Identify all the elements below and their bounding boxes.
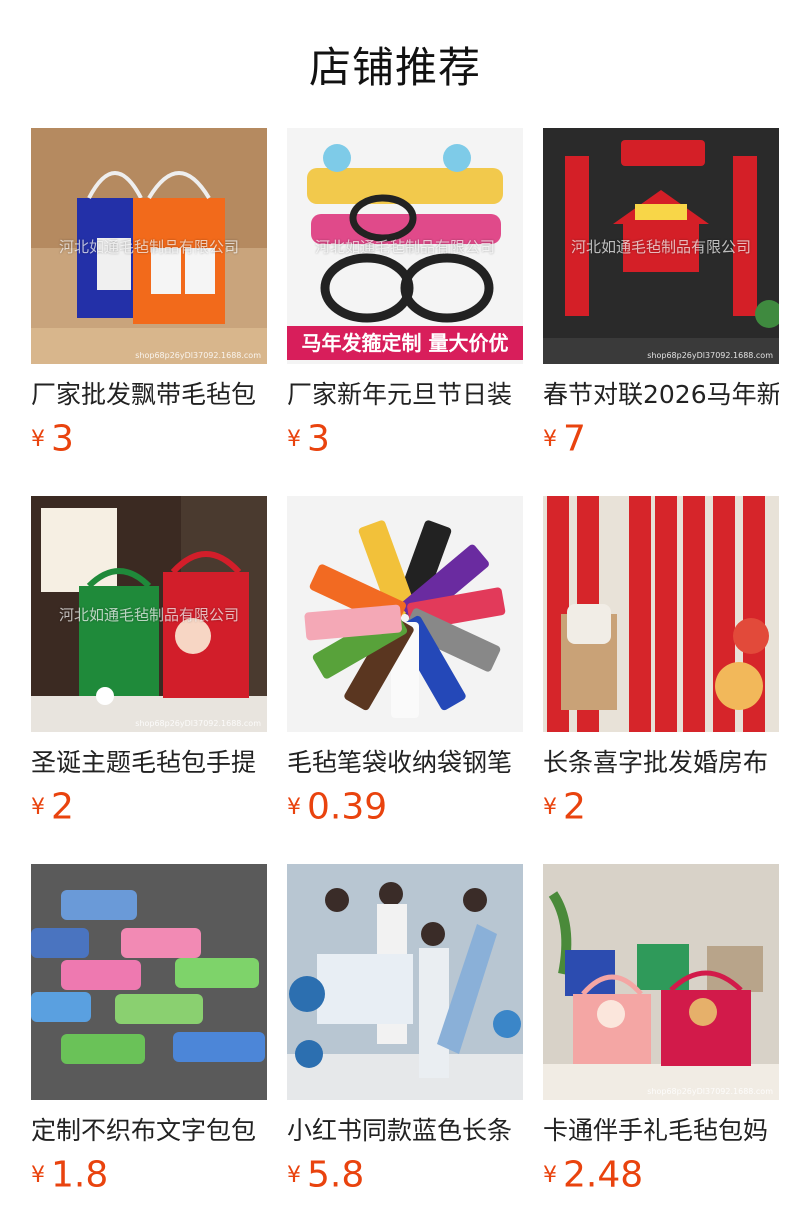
product-image-spring-couplets[interactable]: 河北如通毛毡制品有限公司 shop68p26yDl37092.1688.com: [543, 128, 779, 364]
price-value: 2.48: [563, 1154, 644, 1196]
price-value: 1.8: [51, 1154, 109, 1196]
shop-tag: shop68p26yDl37092.1688.com: [647, 351, 773, 360]
price-value: 3: [307, 418, 330, 460]
product-image-custom-text-tags[interactable]: [31, 864, 267, 1100]
product-name[interactable]: 圣诞主题毛毡包手提: [31, 746, 267, 780]
product-card[interactable]: 河北如通毛毡制品有限公司 shop68p26yDl37092.1688.com …: [31, 128, 267, 462]
currency-symbol: ¥: [543, 426, 557, 452]
product-price: ¥2: [543, 784, 779, 830]
product-card[interactable]: 河北如通毛毡制品有限公司 shop68p26yDl37092.1688.com …: [31, 496, 267, 830]
product-card[interactable]: 毛毡笔袋收纳袋钢笔 ¥0.39: [287, 496, 523, 830]
currency-symbol: ¥: [287, 1162, 301, 1188]
page-title: 店铺推荐: [308, 43, 481, 92]
product-name[interactable]: 春节对联2026马年新: [543, 378, 779, 412]
currency-symbol: ¥: [287, 794, 301, 820]
shop-tag: shop68p26yDl37092.1688.com: [135, 719, 261, 728]
product-price: ¥1.8: [31, 1152, 267, 1198]
product-image-felt-tote-bags[interactable]: 河北如通毛毡制品有限公司 shop68p26yDl37092.1688.com: [31, 128, 267, 364]
product-name[interactable]: 卡通伴手礼毛毡包妈: [543, 1114, 779, 1148]
product-card[interactable]: 小红书同款蓝色长条 ¥5.8: [287, 864, 523, 1198]
product-card[interactable]: shop68p26yDl37092.1688.com 卡通伴手礼毛毡包妈 ¥2.…: [543, 864, 779, 1198]
price-value: 2: [563, 786, 586, 828]
product-price: ¥3: [31, 416, 267, 462]
currency-symbol: ¥: [31, 794, 45, 820]
currency-symbol: ¥: [287, 426, 301, 452]
product-price: ¥0.39: [287, 784, 523, 830]
currency-symbol: ¥: [31, 1162, 45, 1188]
product-name[interactable]: 长条喜字批发婚房布: [543, 746, 779, 780]
price-value: 2: [51, 786, 74, 828]
product-card[interactable]: 河北如通毛毡制品有限公司 shop68p26yDl37092.1688.com …: [543, 128, 779, 462]
product-card[interactable]: 长条喜字批发婚房布 ¥2: [543, 496, 779, 830]
price-value: 7: [563, 418, 586, 460]
watermark: 河北如通毛毡制品有限公司: [58, 606, 239, 624]
watermark: 河北如通毛毡制品有限公司: [314, 238, 495, 256]
product-image-felt-pen-sleeves[interactable]: [287, 496, 523, 732]
product-image-blue-wedding-banner[interactable]: [287, 864, 523, 1100]
shop-tag: shop68p26yDl37092.1688.com: [135, 351, 261, 360]
price-value: 3: [51, 418, 74, 460]
product-image-cartoon-gift-bags[interactable]: shop68p26yDl37092.1688.com: [543, 864, 779, 1100]
shop-tag: shop68p26yDl37092.1688.com: [647, 1087, 773, 1096]
product-price: ¥3: [287, 416, 523, 462]
product-card[interactable]: 定制不织布文字包包 ¥1.8: [31, 864, 267, 1198]
watermark: 河北如通毛毡制品有限公司: [58, 238, 239, 256]
product-name[interactable]: 厂家批发飘带毛毡包: [31, 378, 267, 412]
product-image-christmas-felt-bags[interactable]: 河北如通毛毡制品有限公司 shop68p26yDl37092.1688.com: [31, 496, 267, 732]
product-image-double-happiness-banner[interactable]: [543, 496, 779, 732]
product-card[interactable]: 马年发箍定制 量大价优 河北如通毛毡制品有限公司 厂家新年元旦节日装 ¥3: [287, 128, 523, 462]
currency-symbol: ¥: [543, 794, 557, 820]
price-value: 5.8: [307, 1154, 365, 1196]
product-price: ¥2: [31, 784, 267, 830]
product-image-new-year-headbands[interactable]: 马年发箍定制 量大价优 河北如通毛毡制品有限公司: [287, 128, 523, 364]
product-name[interactable]: 毛毡笔袋收纳袋钢笔: [287, 746, 523, 780]
product-name[interactable]: 厂家新年元旦节日装: [287, 378, 523, 412]
currency-symbol: ¥: [543, 1162, 557, 1188]
product-name[interactable]: 定制不织布文字包包: [31, 1114, 267, 1148]
price-value: 0.39: [307, 786, 388, 828]
product-price: ¥7: [543, 416, 779, 462]
product-price: ¥2.48: [543, 1152, 779, 1198]
product-price: ¥5.8: [287, 1152, 523, 1198]
promo-banner: 马年发箍定制 量大价优: [287, 326, 523, 360]
currency-symbol: ¥: [31, 426, 45, 452]
watermark: 河北如通毛毡制品有限公司: [570, 238, 751, 256]
product-name[interactable]: 小红书同款蓝色长条: [287, 1114, 523, 1148]
